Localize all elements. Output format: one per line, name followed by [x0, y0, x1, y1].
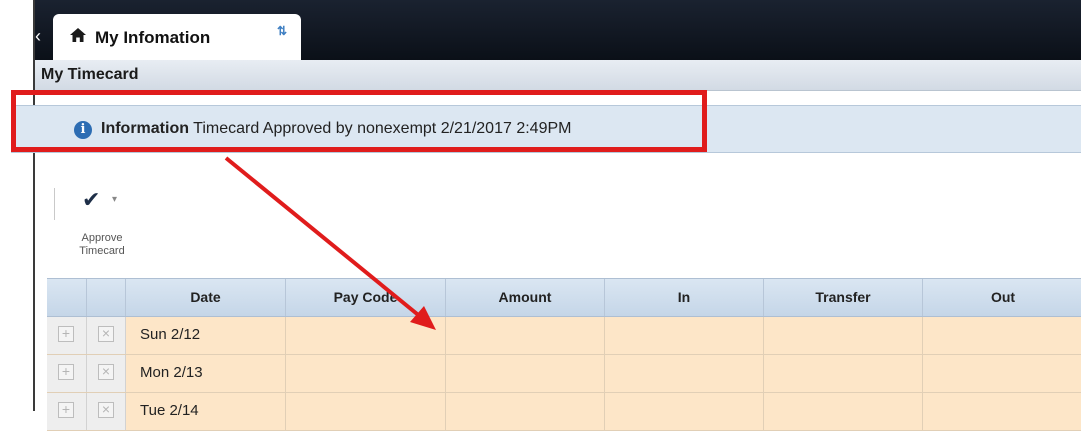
- in-cell[interactable]: [605, 393, 764, 430]
- row-delete-cell: ×: [87, 317, 126, 354]
- approve-label-line2: Timecard: [79, 245, 125, 257]
- amount-cell[interactable]: [446, 393, 605, 430]
- out-cell[interactable]: [923, 393, 1081, 430]
- chevron-down-icon[interactable]: ▾: [112, 194, 117, 205]
- header-out[interactable]: Out: [923, 279, 1081, 316]
- header-in[interactable]: In: [605, 279, 764, 316]
- home-icon: [70, 28, 86, 42]
- row-add-cell: +: [47, 317, 87, 354]
- delete-row-icon[interactable]: ×: [98, 326, 114, 342]
- panel-header: My Timecard: [35, 60, 1081, 91]
- timecard-grid: Date Pay Code Amount In Transfer Out + ×…: [47, 278, 1081, 431]
- grid-header-row: Date Pay Code Amount In Transfer Out: [47, 278, 1081, 317]
- amount-cell[interactable]: [446, 317, 605, 354]
- add-row-icon[interactable]: +: [58, 402, 74, 418]
- delete-row-icon[interactable]: ×: [98, 364, 114, 380]
- toolbar-divider: [54, 188, 55, 220]
- out-cell[interactable]: [923, 355, 1081, 392]
- delete-row-icon[interactable]: ×: [98, 402, 114, 418]
- row-delete-cell: ×: [87, 355, 126, 392]
- header-date[interactable]: Date: [126, 279, 286, 316]
- tab-label: My Infomation: [95, 28, 211, 47]
- header-pay-code[interactable]: Pay Code: [286, 279, 446, 316]
- pay-code-cell[interactable]: [286, 317, 446, 354]
- approve-label-line1: Approve: [81, 232, 123, 244]
- table-row[interactable]: + × Sun 2/12: [47, 317, 1081, 355]
- refresh-icon[interactable]: ⇅: [277, 24, 287, 38]
- tab-bar: ‹ My Infomation ⇅: [35, 0, 1081, 60]
- table-row[interactable]: + × Mon 2/13: [47, 355, 1081, 393]
- transfer-cell[interactable]: [764, 317, 923, 354]
- row-add-cell: +: [47, 393, 87, 430]
- date-cell: Mon 2/13: [126, 355, 286, 392]
- add-row-icon[interactable]: +: [58, 326, 74, 342]
- add-row-icon[interactable]: +: [58, 364, 74, 380]
- approve-timecard-button[interactable]: Approve Timecard: [71, 232, 133, 258]
- transfer-cell[interactable]: [764, 355, 923, 392]
- date-cell: Sun 2/12: [126, 317, 286, 354]
- pay-code-cell[interactable]: [286, 355, 446, 392]
- check-icon[interactable]: ✔: [82, 188, 100, 213]
- row-delete-cell: ×: [87, 393, 126, 430]
- header-transfer[interactable]: Transfer: [764, 279, 923, 316]
- tab-my-information[interactable]: My Infomation ⇅: [53, 14, 301, 60]
- annotation-highlight-box: [11, 90, 707, 152]
- in-cell[interactable]: [605, 355, 764, 392]
- date-cell: Tue 2/14: [126, 393, 286, 430]
- amount-cell[interactable]: [446, 355, 605, 392]
- header-delete-col: [87, 279, 126, 316]
- header-add-col: [47, 279, 87, 316]
- table-row[interactable]: + × Tue 2/14: [47, 393, 1081, 431]
- in-cell[interactable]: [605, 317, 764, 354]
- row-add-cell: +: [47, 355, 87, 392]
- collapse-sidebar-icon[interactable]: ‹: [35, 26, 43, 46]
- pay-code-cell[interactable]: [286, 393, 446, 430]
- panel-title: My Timecard: [41, 66, 139, 83]
- transfer-cell[interactable]: [764, 393, 923, 430]
- app-frame: ‹ My Infomation ⇅ My Timecard i Informat…: [11, 0, 1081, 431]
- out-cell[interactable]: [923, 317, 1081, 354]
- header-amount[interactable]: Amount: [446, 279, 605, 316]
